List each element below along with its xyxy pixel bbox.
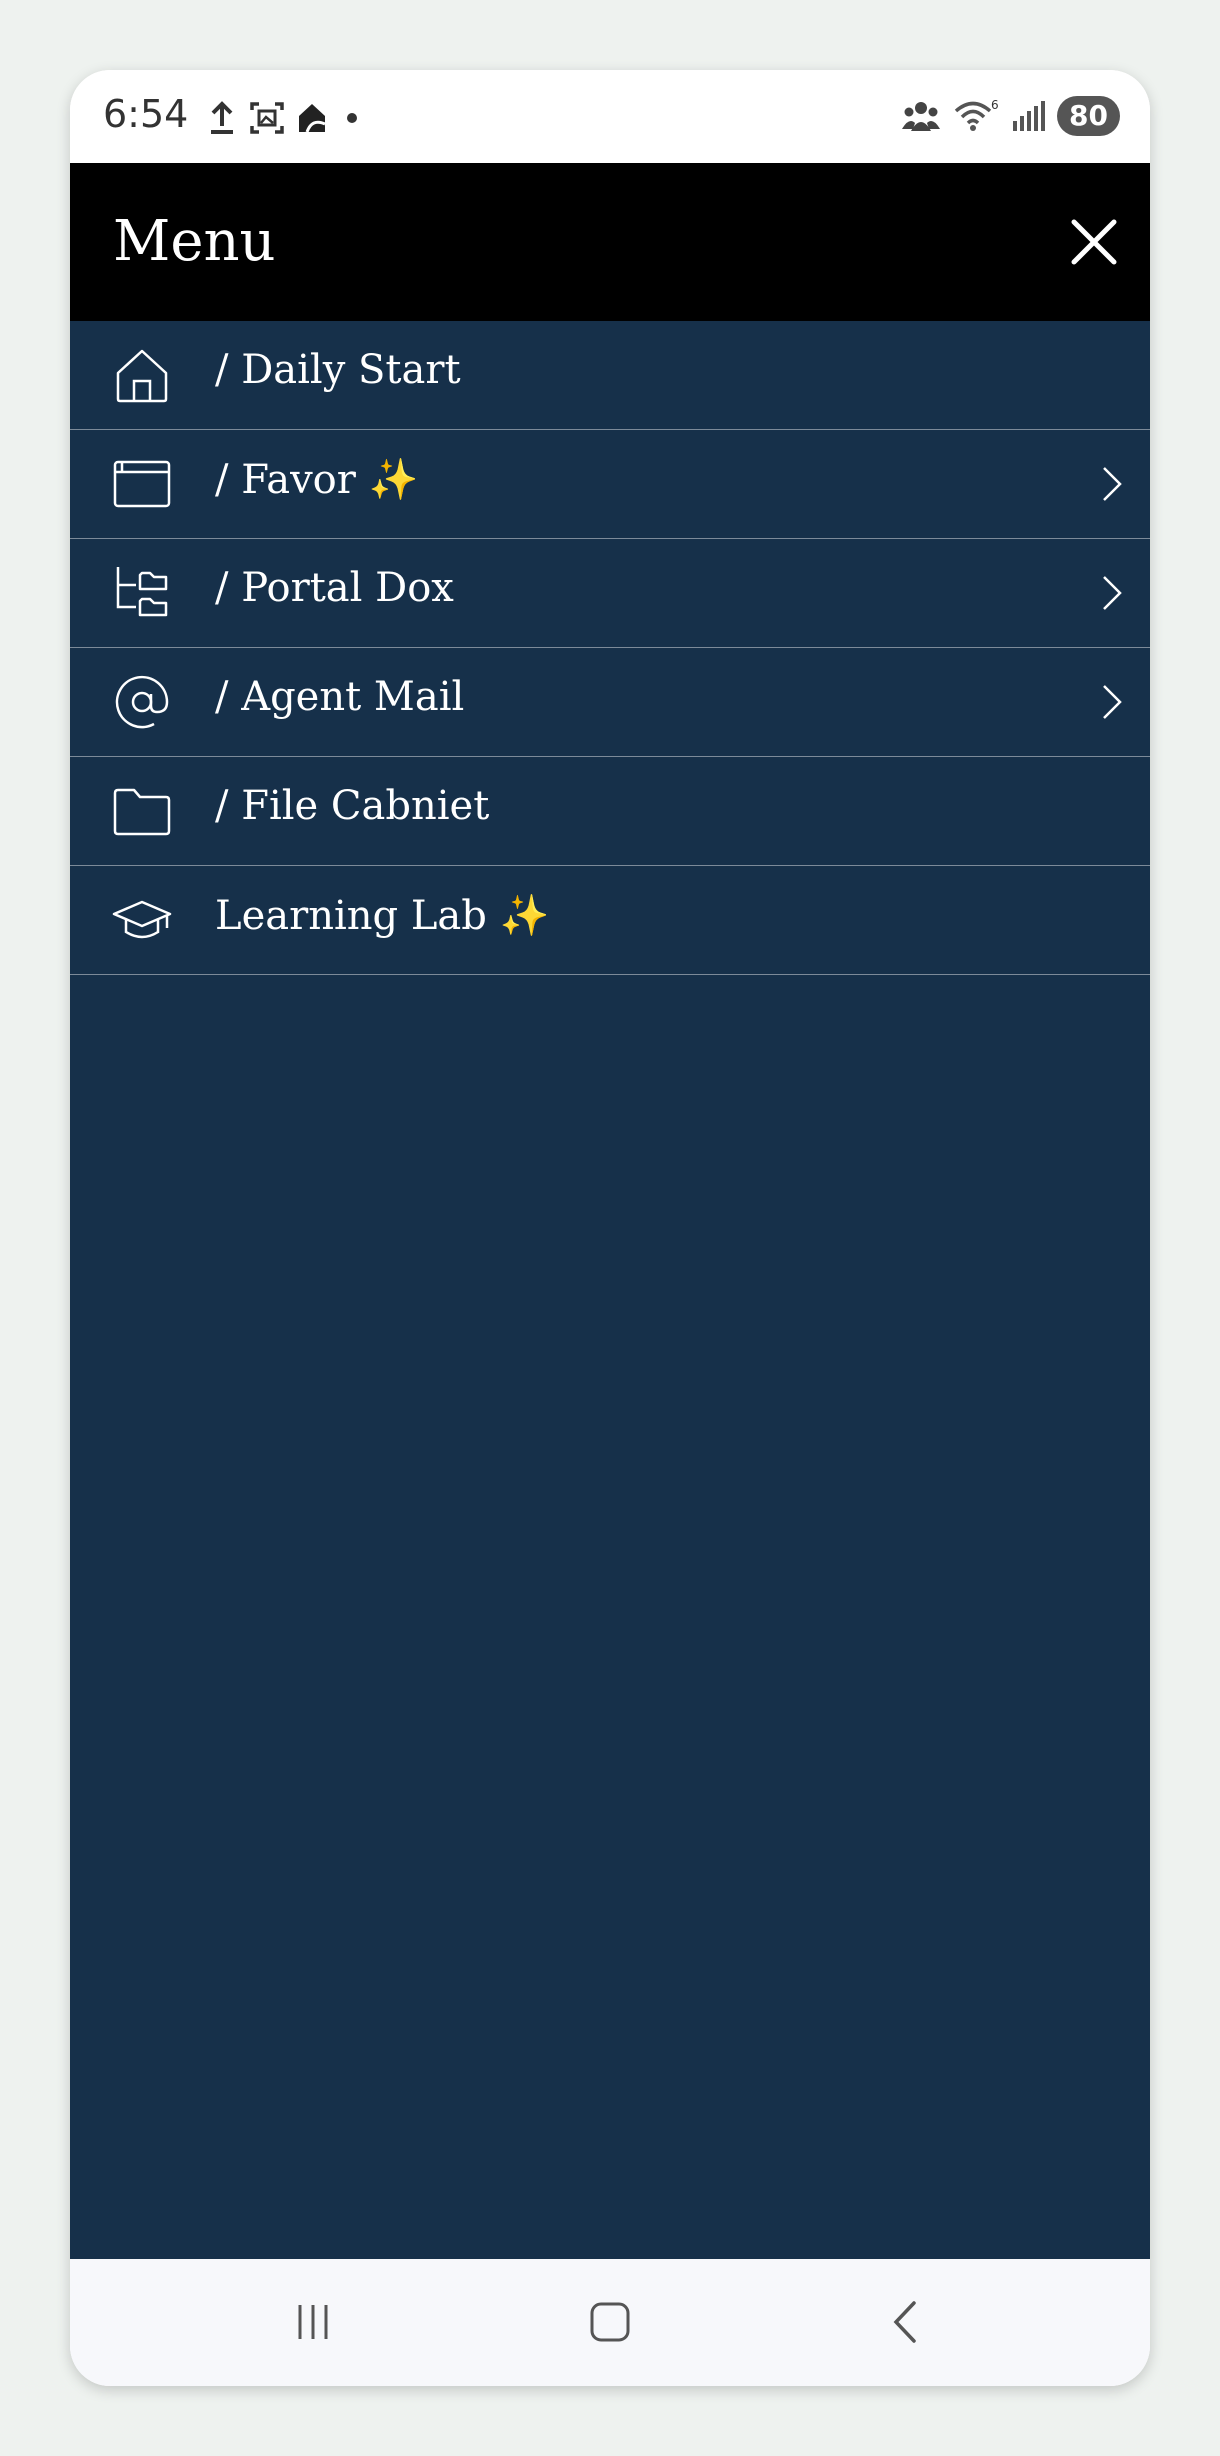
menu-item-favor[interactable]: / Favor ✨ (70, 430, 1150, 539)
menu-header: Menu (70, 163, 1150, 321)
phone-screen: 6:54 6 80 Menu / Daily Start / Favor ✨ /… (70, 70, 1150, 2386)
home-button-icon[interactable] (585, 2297, 635, 2347)
menu-item-learning-lab[interactable]: Learning Lab ✨ (70, 866, 1150, 975)
menu-item-agent-mail[interactable]: / Agent Mail (70, 648, 1150, 757)
people-icon (902, 102, 941, 131)
upload-icon (211, 101, 233, 134)
browser-window-icon (113, 460, 171, 508)
menu-item-label: / Favor ✨ (215, 457, 419, 503)
menu-item-label: / Daily Start (215, 347, 461, 393)
folder-tree-icon (116, 567, 168, 617)
status-bar: 6:54 6 80 (70, 70, 1150, 163)
menu-item-label: / Portal Dox (215, 565, 454, 611)
svg-text:6: 6 (991, 98, 999, 112)
close-icon[interactable] (1068, 216, 1120, 268)
wifi-icon: 6 (954, 98, 999, 131)
home-icon (116, 349, 168, 403)
menu-item-file-cabinet[interactable]: / File Cabniet (70, 757, 1150, 866)
back-icon[interactable] (882, 2297, 932, 2347)
signal-icon (1013, 101, 1046, 131)
status-time: 6:54 (103, 92, 189, 136)
menu-item-portal-dox[interactable]: / Portal Dox (70, 539, 1150, 648)
menu-title: Menu (113, 209, 276, 274)
at-sign-icon (115, 675, 169, 729)
menu-list: / Daily Start / Favor ✨ / Portal Dox / A… (70, 321, 1150, 2259)
recent-apps-icon[interactable] (288, 2297, 338, 2347)
status-icons-left (207, 100, 365, 136)
chevron-right-icon[interactable] (1096, 682, 1126, 722)
chevron-right-icon[interactable] (1096, 464, 1126, 504)
screenshot-icon (250, 102, 284, 134)
status-icons-right: 6 80 (901, 96, 1120, 136)
menu-item-label: / File Cabniet (215, 783, 490, 829)
system-nav-bar (70, 2259, 1150, 2386)
battery-indicator: 80 (1057, 96, 1120, 136)
menu-item-label: Learning Lab ✨ (215, 893, 550, 939)
menu-item-label: / Agent Mail (215, 674, 465, 720)
graduation-cap-icon (112, 900, 172, 939)
menu-item-daily-start[interactable]: / Daily Start (70, 321, 1150, 430)
dot-icon (347, 113, 357, 123)
home-app-icon (299, 104, 326, 133)
chevron-right-icon[interactable] (1096, 573, 1126, 613)
folder-icon (113, 788, 171, 836)
